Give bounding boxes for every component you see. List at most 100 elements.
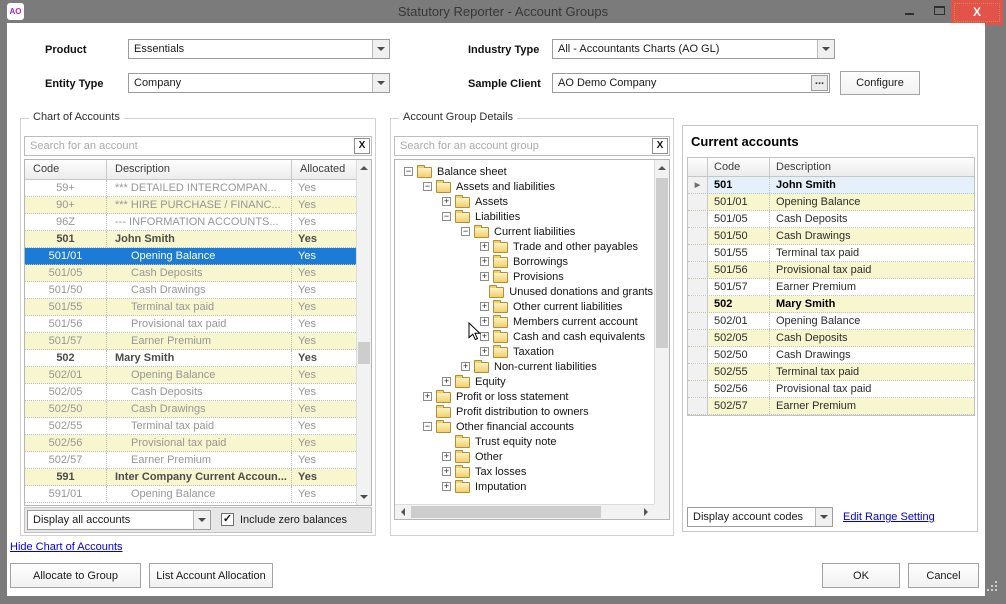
entity-type-dropdown-button[interactable] [372, 74, 389, 92]
tree-node[interactable]: Equity [398, 374, 653, 389]
tree-expander-icon[interactable] [442, 212, 451, 221]
clear-search-icon[interactable]: X [652, 138, 668, 154]
tree-node-label[interactable]: Other current liabilities [513, 301, 622, 313]
account-row[interactable]: 502/01 Opening Balance Yes [25, 367, 356, 384]
account-row[interactable]: 502/05 Cash Deposits Yes [25, 384, 356, 401]
current-account-row[interactable]: 501/50 Cash Drawings [688, 228, 974, 245]
column-header-code[interactable]: Code [25, 160, 107, 179]
scroll-up-icon[interactable] [655, 160, 669, 176]
current-account-row[interactable]: 502/56 Provisional tax paid [688, 381, 974, 398]
tree-node-label[interactable]: Members current account [513, 316, 638, 328]
industry-type-dropdown-button[interactable] [817, 40, 834, 58]
tree-node-label[interactable]: Current liabilities [494, 226, 575, 238]
allocate-to-group-button[interactable]: Allocate to Group [10, 563, 141, 588]
account-row[interactable]: 591 Inter Company Current Accoun... Yes [25, 469, 356, 486]
tree-node-label[interactable]: Assets [475, 196, 508, 208]
close-button[interactable]: X [951, 0, 1003, 25]
cancel-button[interactable]: Cancel [908, 563, 979, 588]
current-account-row[interactable]: 501/01 Opening Balance [688, 194, 974, 211]
column-header-description[interactable]: Description [770, 158, 974, 176]
tree-expander-icon[interactable] [442, 197, 451, 206]
account-row[interactable]: 59+ *** DETAILED INTERCOMPAN... Yes [25, 180, 356, 197]
tree-horizontal-scrollbar[interactable] [395, 504, 654, 519]
tree-node-label[interactable]: Profit or loss statement [456, 391, 569, 403]
product-dropdown-button[interactable] [372, 40, 389, 58]
current-account-row[interactable]: 502 Mary Smith [688, 296, 974, 313]
scroll-up-icon[interactable] [357, 160, 371, 176]
display-codes-dropdown-button[interactable] [815, 508, 832, 526]
tree-node[interactable]: Assets and liabilities [398, 179, 653, 194]
minimize-button[interactable] [899, 0, 921, 22]
current-account-row[interactable]: 501/57 Earner Premium [688, 279, 974, 296]
ok-button[interactable]: OK [822, 563, 900, 588]
tree-expander-icon[interactable] [480, 302, 489, 311]
browse-button[interactable]: ... [811, 75, 828, 91]
tree-node[interactable]: Unused donations and grants [398, 284, 653, 299]
group-search-input[interactable] [395, 140, 652, 152]
account-row[interactable]: 501/05 Cash Deposits Yes [25, 265, 356, 282]
tree-expander-icon[interactable] [423, 422, 432, 431]
tree-expander-icon[interactable] [442, 482, 451, 491]
list-account-allocation-button[interactable]: List Account Allocation [149, 563, 273, 588]
maximize-button[interactable] [927, 0, 951, 22]
tree-node-label[interactable]: Imputation [475, 481, 526, 493]
tree-node[interactable]: Trust equity note [398, 434, 653, 449]
scrollbar-thumb[interactable] [358, 342, 370, 364]
tree-expander-icon[interactable] [442, 467, 451, 476]
tree-node-label[interactable]: Cash and cash equivalents [513, 331, 645, 343]
display-accounts-dropdown-button[interactable] [193, 511, 210, 529]
tree-node[interactable]: Imputation [398, 479, 653, 494]
account-row[interactable]: 502/55 Terminal tax paid Yes [25, 418, 356, 435]
tree-node-label[interactable]: Trade and other payables [513, 241, 638, 253]
tree-node-label[interactable]: Borrowings [513, 256, 568, 268]
account-search-box[interactable]: X [24, 136, 372, 156]
column-header-code[interactable]: Code [708, 158, 770, 176]
scroll-left-icon[interactable] [395, 505, 411, 519]
tree-node-label[interactable]: Trust equity note [475, 436, 557, 448]
scroll-down-icon[interactable] [357, 489, 371, 505]
account-row[interactable]: 502/57 Earner Premium Yes [25, 452, 356, 469]
tree-expander-icon[interactable] [480, 257, 489, 266]
column-header-description[interactable]: Description [107, 160, 292, 179]
tree-expander-icon[interactable] [461, 227, 470, 236]
account-row[interactable]: 501/56 Provisional tax paid Yes [25, 316, 356, 333]
tree-node[interactable]: Profit distribution to owners [398, 404, 653, 419]
display-codes-select[interactable]: Display account codes [687, 507, 833, 527]
sample-client-field[interactable]: AO Demo Company ... [552, 73, 830, 93]
current-account-row[interactable]: 502/57 Earner Premium [688, 398, 974, 415]
tree-node[interactable]: Non-current liabilities [398, 359, 653, 374]
account-row[interactable]: 502 Mary Smith Yes [25, 350, 356, 367]
current-account-row[interactable]: 502/50 Cash Drawings [688, 347, 974, 364]
tree-node-label[interactable]: Non-current liabilities [494, 361, 597, 373]
tree-node-label[interactable]: Equity [475, 376, 506, 388]
account-row[interactable]: 591/01 Opening Balance Yes [25, 486, 356, 503]
tree-node[interactable]: Other [398, 449, 653, 464]
tree-node-label[interactable]: Other [475, 451, 503, 463]
tree-node-label[interactable]: Balance sheet [437, 166, 507, 178]
tree-node[interactable]: Trade and other payables [398, 239, 653, 254]
tree-node[interactable]: Liabilities [398, 209, 653, 224]
current-account-row[interactable]: 502/55 Terminal tax paid [688, 364, 974, 381]
industry-type-select[interactable]: All - Accountants Charts (AO GL) [552, 39, 835, 59]
configure-button[interactable]: Configure [840, 71, 920, 95]
tree-expander-icon[interactable] [480, 272, 489, 281]
tree-vertical-scrollbar[interactable] [654, 160, 669, 519]
tree-expander-icon[interactable] [442, 452, 451, 461]
tree-node-label[interactable]: Unused donations and grants [509, 286, 653, 298]
account-row[interactable]: 90+ *** HIRE PURCHASE / FINANC... Yes [25, 197, 356, 214]
tree-expander-icon[interactable] [442, 377, 451, 386]
tree-node[interactable]: Borrowings [398, 254, 653, 269]
hide-chart-link[interactable]: Hide Chart of Accounts [10, 541, 123, 553]
accounts-table-scrollbar[interactable] [356, 160, 371, 505]
tree-node-label[interactable]: Taxation [513, 346, 554, 358]
column-header-allocated[interactable]: Allocated [292, 160, 356, 179]
product-select[interactable]: Essentials [128, 39, 390, 59]
tree-node[interactable]: Members current account [398, 314, 653, 329]
tree-expander-icon[interactable] [461, 362, 470, 371]
account-row[interactable]: 501/57 Earner Premium Yes [25, 333, 356, 350]
tree-node[interactable]: Current liabilities [398, 224, 653, 239]
tree-node[interactable]: Cash and cash equivalents [398, 329, 653, 344]
tree-expander-icon[interactable] [480, 347, 489, 356]
current-account-row[interactable]: 502/01 Opening Balance [688, 313, 974, 330]
account-row[interactable]: 502/50 Cash Drawings Yes [25, 401, 356, 418]
